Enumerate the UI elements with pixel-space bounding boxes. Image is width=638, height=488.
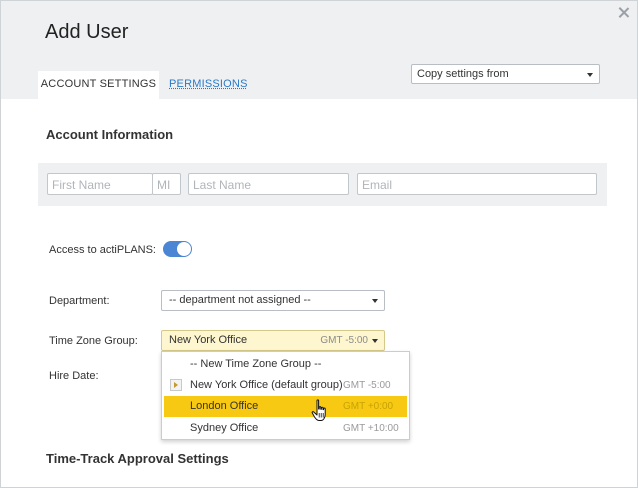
option-gmt: GMT +10:00 bbox=[343, 423, 399, 434]
email-field[interactable]: Email bbox=[357, 173, 597, 195]
hand-cursor-icon bbox=[311, 399, 326, 421]
last-name-field[interactable]: Last Name bbox=[188, 173, 349, 195]
access-label: Access to actiPLANS: bbox=[49, 244, 156, 256]
dropdown-option-new-group[interactable]: -- New Time Zone Group -- bbox=[164, 354, 407, 375]
copy-settings-select[interactable]: Copy settings from bbox=[411, 64, 600, 84]
default-group-arrow-icon bbox=[170, 379, 182, 391]
time-zone-select[interactable]: New York Office GMT -5:00 bbox=[161, 330, 385, 351]
time-zone-value: New York Office bbox=[169, 334, 248, 346]
dropdown-option-new-york[interactable]: New York Office (default group) GMT -5:0… bbox=[164, 375, 407, 396]
option-gmt: GMT +0:00 bbox=[343, 401, 394, 412]
time-zone-dropdown: -- New Time Zone Group -- New York Offic… bbox=[161, 351, 410, 440]
account-info-title: Account Information bbox=[46, 127, 174, 142]
department-select[interactable]: -- department not assigned -- bbox=[161, 290, 385, 311]
dropdown-option-london[interactable]: London Office GMT +0:00 bbox=[164, 396, 407, 417]
department-label: Department: bbox=[49, 295, 110, 307]
tab-permissions[interactable]: PERMISSIONS bbox=[169, 71, 248, 99]
access-toggle[interactable] bbox=[163, 241, 192, 257]
approval-settings-title: Time-Track Approval Settings bbox=[46, 451, 229, 466]
close-icon[interactable] bbox=[617, 6, 631, 20]
time-zone-label: Time Zone Group: bbox=[49, 335, 138, 347]
time-zone-gmt: GMT -5:00 bbox=[320, 335, 368, 346]
option-label: Sydney Office bbox=[190, 422, 259, 434]
first-name-field[interactable]: First Name bbox=[47, 173, 153, 195]
option-gmt: GMT -5:00 bbox=[343, 380, 391, 391]
toggle-knob bbox=[177, 242, 191, 256]
chevron-down-icon bbox=[587, 73, 593, 77]
middle-initial-field[interactable]: MI bbox=[152, 173, 181, 195]
department-value: -- department not assigned -- bbox=[169, 294, 311, 306]
dialog-title: Add User bbox=[45, 21, 129, 43]
add-user-dialog: Add User ACCOUNT SETTINGS PERMISSIONS Co… bbox=[0, 0, 638, 488]
chevron-down-icon bbox=[372, 299, 378, 303]
option-label: New York Office (default group) bbox=[190, 379, 343, 391]
hire-date-label: Hire Date: bbox=[49, 370, 99, 382]
copy-settings-value: Copy settings from bbox=[417, 68, 509, 80]
option-label: -- New Time Zone Group -- bbox=[190, 358, 322, 370]
dropdown-option-sydney[interactable]: Sydney Office GMT +10:00 bbox=[164, 418, 407, 439]
option-label: London Office bbox=[190, 400, 259, 412]
tab-account-settings[interactable]: ACCOUNT SETTINGS bbox=[38, 71, 159, 99]
chevron-down-icon bbox=[372, 339, 378, 343]
